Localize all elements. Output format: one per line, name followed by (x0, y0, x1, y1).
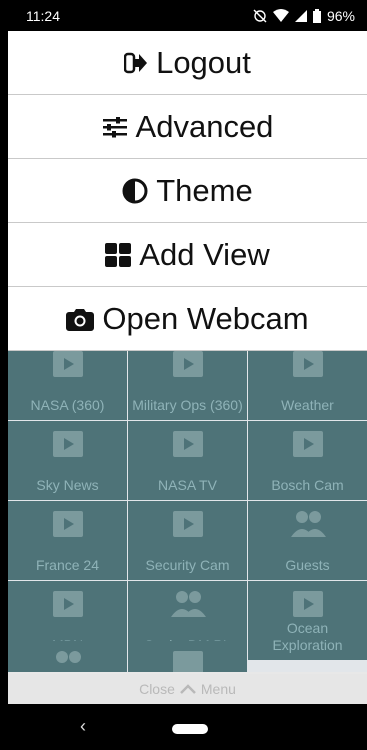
status-icons: 96% (253, 8, 355, 24)
tile-military-ops[interactable]: Military Ops (360) (128, 341, 247, 420)
group-icon (170, 591, 206, 617)
camera-icon (66, 307, 95, 331)
theme-label: Theme (156, 172, 253, 208)
status-time: 11:24 (26, 7, 60, 24)
group-icon (290, 511, 326, 537)
tile-label: Ocean Exploration (272, 620, 343, 653)
video-icon (292, 351, 323, 377)
grid-icon (105, 242, 132, 267)
battery-percent: 96% (326, 7, 355, 24)
theme-button[interactable]: Theme (8, 159, 367, 223)
tile-label: Security Cam (145, 557, 230, 573)
video-icon (292, 591, 323, 617)
logout-label: Logout (156, 44, 251, 80)
advanced-label: Advanced (135, 108, 274, 144)
close-menu-button[interactable]: Close Menu (8, 674, 367, 704)
tile-nasa-tv[interactable]: NASA TV (128, 421, 247, 500)
back-icon[interactable]: ‹ (80, 716, 86, 737)
tile-security-cam[interactable]: Security Cam (128, 501, 247, 580)
side-menu: Logout Advanced Theme Add View Open Webc… (8, 31, 367, 351)
tile-sky-news[interactable]: Sky News (8, 421, 127, 500)
video-icon (172, 351, 203, 377)
home-button[interactable] (172, 724, 208, 734)
wifi-icon (272, 9, 289, 22)
video-icon (292, 431, 323, 457)
chevron-up-icon (179, 684, 196, 694)
close-label: Close (139, 681, 175, 697)
tile-bosch-cam[interactable]: Bosch Cam (248, 421, 367, 500)
video-icon (172, 511, 203, 537)
video-icon (172, 651, 203, 672)
video-icon (52, 591, 83, 617)
tile-label: Sky News (36, 477, 99, 493)
tile-label: France 24 (35, 557, 100, 573)
tile-france-24[interactable]: France 24 (8, 501, 127, 580)
tile-label: NASA (360) (30, 397, 105, 413)
contrast-icon (122, 178, 148, 204)
logout-icon (124, 52, 148, 74)
video-icon (52, 431, 83, 457)
tile-ocean-exploration[interactable]: Ocean Exploration (248, 581, 367, 660)
video-icon (52, 351, 83, 377)
tile-weather[interactable]: Weather (248, 341, 367, 420)
video-icon (52, 511, 83, 537)
add-view-label: Add View (139, 236, 270, 272)
tile-label: NASA TV (158, 477, 217, 493)
battery-icon (312, 8, 321, 23)
tile-label: Guests (285, 557, 330, 573)
sliders-icon (102, 116, 128, 138)
tile-partial[interactable] (128, 641, 247, 672)
tile-label: Military Ops (360) (132, 397, 243, 413)
status-bar: 11:24 96% (8, 0, 367, 31)
logout-button[interactable]: Logout (8, 31, 367, 95)
tile-label: Weather (281, 397, 334, 413)
tile-partial[interactable] (8, 641, 127, 672)
video-icon (172, 431, 203, 457)
tile-nasa-360[interactable]: NASA (360) (8, 341, 127, 420)
app-screen: 11:24 96% Logout Advanced Theme Add View… (8, 0, 367, 750)
group-icon (55, 651, 81, 663)
signal-icon (294, 9, 307, 22)
open-webcam-button[interactable]: Open Webcam (8, 287, 367, 351)
no-alarm-icon (253, 9, 267, 22)
advanced-button[interactable]: Advanced (8, 95, 367, 159)
menu-label: Menu (200, 681, 236, 697)
tile-label: Bosch Cam (271, 477, 344, 493)
tile-guests[interactable]: Guests (248, 501, 367, 580)
add-view-button[interactable]: Add View (8, 223, 367, 287)
android-nav-bar: ‹ (8, 704, 367, 750)
open-webcam-label: Open Webcam (102, 300, 309, 336)
view-grid: NASA (360) Military Ops (360) Weather Sk… (8, 341, 367, 672)
